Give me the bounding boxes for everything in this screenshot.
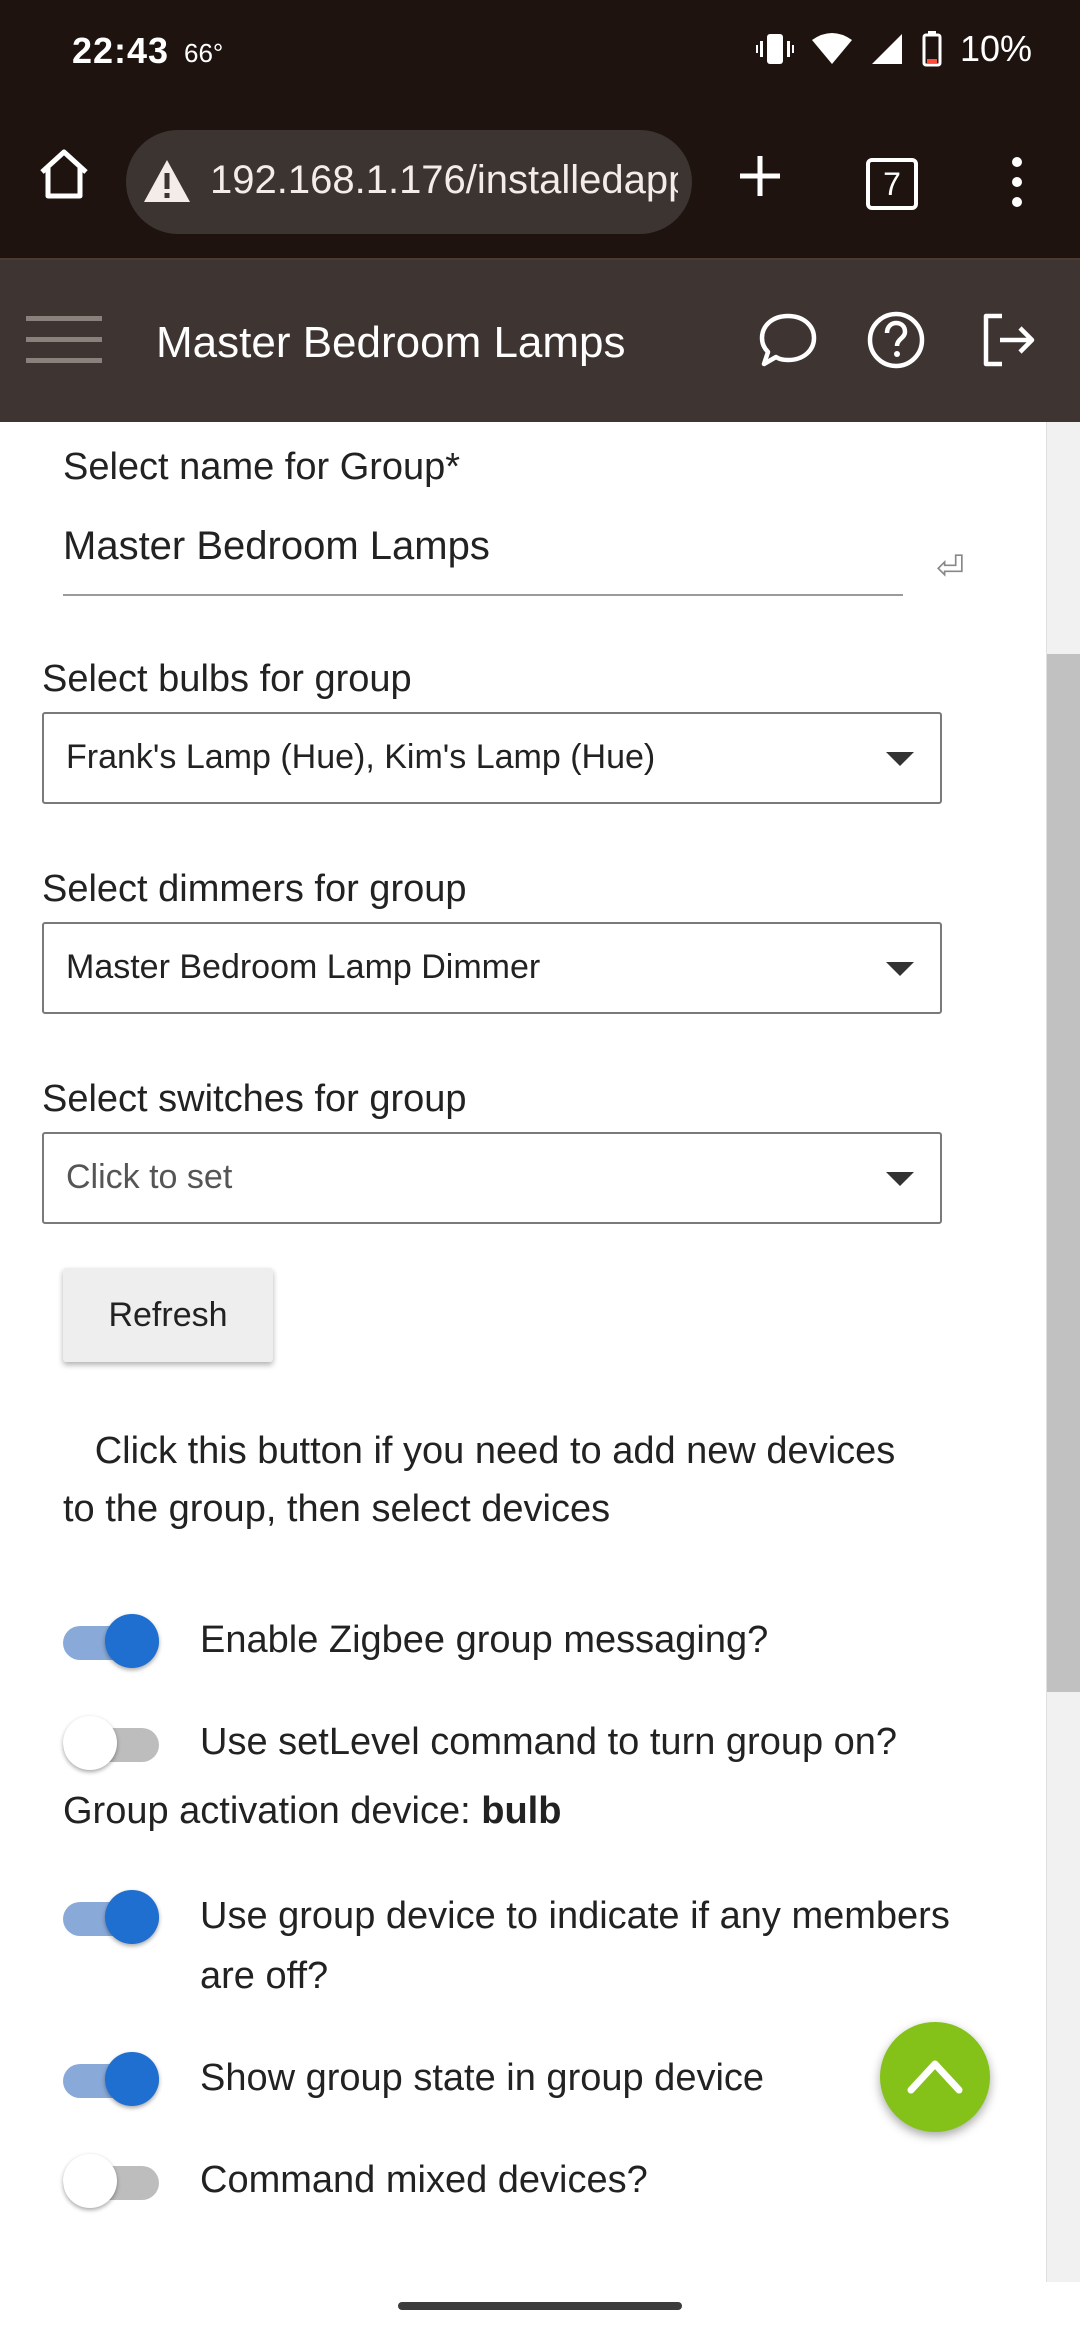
bulbs-select[interactable]: Frank's Lamp (Hue), Kim's Lamp (Hue) <box>42 712 942 804</box>
enter-icon[interactable]: ⏎ <box>936 548 965 588</box>
setlevel-label: Use setLevel command to turn group on? <box>200 1721 898 1763</box>
activation-device-text: Group activation device: bulb <box>63 1790 561 1833</box>
bulbs-label: Select bulbs for group <box>42 658 412 700</box>
dimmers-label: Select dimmers for group <box>42 868 467 910</box>
help-text-content: Click this button if you need to add new… <box>63 1430 896 1530</box>
scrollbar-thumb[interactable] <box>1047 654 1080 1692</box>
status-icons: 10% <box>755 28 1032 70</box>
switches-select-placeholder: Click to set <box>66 1158 233 1196</box>
dropdown-arrow-icon <box>886 752 914 766</box>
activation-device-label: Group activation device: <box>63 1790 482 1832</box>
dimmers-select-value: Master Bedroom Lamp Dimmer <box>66 948 541 986</box>
status-time: 22:43 <box>72 30 170 71</box>
battery-percent: 10% <box>959 28 1032 69</box>
signal-icon <box>871 34 902 64</box>
zigbee-messaging-label: Enable Zigbee group messaging? <box>200 1619 769 1661</box>
switches-select[interactable]: Click to set <box>42 1132 942 1224</box>
url-text: 192.168.1.176/installedapp <box>210 158 678 202</box>
bulbs-select-value: Frank's Lamp (Hue), Kim's Lamp (Hue) <box>66 738 656 776</box>
indicate-off-label: Use group device to indicate if any memb… <box>200 1895 950 1997</box>
new-tab-icon[interactable] <box>736 152 784 200</box>
page-title: Master Bedroom Lamps <box>156 318 626 367</box>
warning-icon <box>144 160 190 202</box>
group-name-label: Select name for Group* <box>63 446 461 488</box>
dimmers-select[interactable]: Master Bedroom Lamp Dimmer <box>42 922 942 1014</box>
scrollbar[interactable] <box>1046 422 1080 2282</box>
status-bar: 22:43 66° 10% <box>0 0 1080 110</box>
chevron-up-icon <box>907 2060 963 2094</box>
group-name-input[interactable]: Master Bedroom Lamps <box>63 524 490 569</box>
status-temperature: 66° <box>184 38 224 68</box>
show-state-toggle[interactable] <box>63 2050 159 2110</box>
logout-icon[interactable] <box>978 310 1038 370</box>
dropdown-arrow-icon <box>886 962 914 976</box>
browser-toolbar: 192.168.1.176/installedapp 7 <box>0 110 1080 258</box>
battery-icon <box>922 31 942 67</box>
help-text: Click this button if you need to add new… <box>63 1422 923 1538</box>
url-bar[interactable]: 192.168.1.176/installedapp <box>126 130 692 234</box>
setlevel-toggle[interactable] <box>63 1714 159 1774</box>
dropdown-arrow-icon <box>886 1172 914 1186</box>
refresh-button[interactable]: Refresh <box>63 1268 273 1362</box>
home-icon[interactable] <box>36 146 92 202</box>
switches-label: Select switches for group <box>42 1078 467 1120</box>
indicate-off-toggle[interactable] <box>63 1888 159 1948</box>
command-mixed-label: Command mixed devices? <box>200 2159 648 2201</box>
command-mixed-toggle[interactable] <box>63 2152 159 2212</box>
scroll-to-top-button[interactable] <box>880 2022 990 2132</box>
group-name-underline <box>63 594 903 596</box>
zigbee-messaging-toggle[interactable] <box>63 1612 159 1672</box>
vibrate-icon <box>755 34 794 64</box>
help-icon[interactable] <box>866 310 926 370</box>
tab-count: 7 <box>883 166 901 202</box>
app-header: Master Bedroom Lamps <box>0 258 1080 424</box>
settings-form: Select name for Group* Master Bedroom La… <box>0 422 1046 2282</box>
more-vert-icon[interactable] <box>1002 154 1032 210</box>
menu-icon[interactable] <box>26 312 102 368</box>
activation-device-value: bulb <box>481 1790 562 1832</box>
chat-icon[interactable] <box>758 310 818 370</box>
gesture-bar[interactable] <box>398 2302 682 2310</box>
wifi-icon <box>811 33 852 64</box>
tab-switcher-icon[interactable]: 7 <box>866 158 918 210</box>
